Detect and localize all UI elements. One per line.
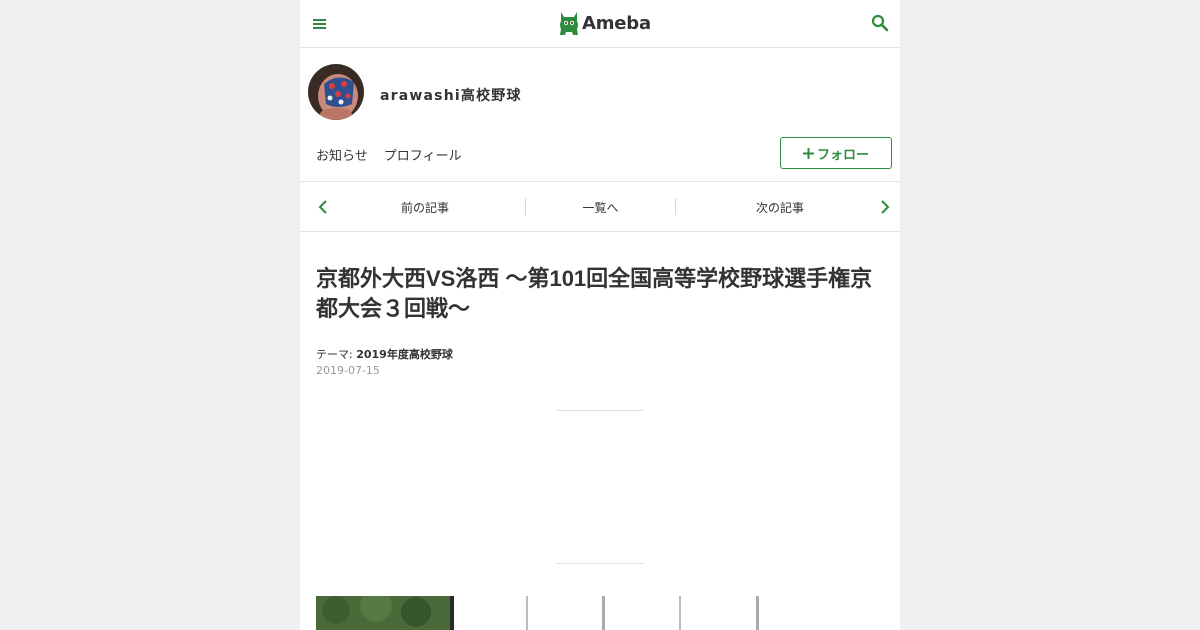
ad-divider-bottom [556, 563, 644, 564]
follow-label: フォロー [816, 147, 869, 163]
nav-news[interactable]: お知らせ [316, 145, 368, 164]
article-title: 京都外大西VS洛西 ～第101回全国高等学校野球選手権京都大会３回戦～ [316, 266, 873, 321]
article-date: 2019-07-15 [316, 364, 380, 377]
follow-button[interactable]: フォロー [780, 137, 892, 169]
blog-nav: お知らせ プロフィール [316, 145, 462, 164]
article-photo[interactable] [316, 596, 884, 630]
blog-header: arawashi高校野球 お知らせ プロフィール フォロー [300, 48, 900, 182]
theme-label: テーマ: [316, 348, 353, 361]
search-icon[interactable] [870, 13, 890, 33]
avatar[interactable] [308, 64, 364, 120]
menu-icon[interactable] [312, 16, 328, 32]
ad-divider-top [556, 410, 644, 411]
article-list-link[interactable]: 一覧へ [526, 182, 675, 232]
next-article-link[interactable]: 次の記事 [676, 182, 884, 232]
logo-text: Ameba [582, 12, 651, 34]
nav-profile[interactable]: プロフィール [384, 145, 462, 164]
prev-article-link[interactable]: 前の記事 [340, 182, 510, 232]
article-theme: テーマ: 2019年度高校野球 [316, 346, 453, 362]
article-pager: 前の記事 一覧へ 次の記事 [300, 182, 900, 232]
ameba-mascot-icon [560, 12, 578, 35]
chevron-left-icon[interactable] [316, 199, 332, 215]
plus-icon [802, 147, 814, 159]
ameba-logo[interactable]: Ameba [558, 8, 651, 38]
blog-page: Ameba arawashi高校野球 お知らせ プロフィール フォロー 前の記事… [300, 0, 900, 630]
theme-link[interactable]: 2019年度高校野球 [356, 348, 453, 361]
blog-title[interactable]: arawashi高校野球 [380, 85, 522, 105]
top-bar: Ameba [300, 0, 900, 48]
chevron-right-icon[interactable] [876, 199, 892, 215]
